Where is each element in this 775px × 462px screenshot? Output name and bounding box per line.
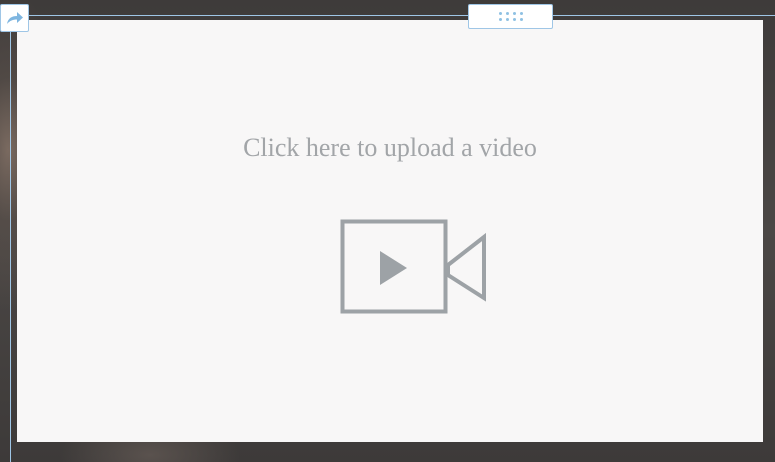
selection-frame-top — [10, 15, 775, 16]
video-camera-icon — [340, 219, 486, 314]
video-upload-area[interactable]: Click here to upload a video — [17, 20, 763, 442]
share-arrow-icon — [6, 12, 23, 24]
drag-handle-icon — [498, 12, 523, 21]
upload-prompt: Click here to upload a video — [243, 133, 537, 162]
share-button[interactable] — [0, 4, 29, 32]
selection-frame-left — [10, 15, 11, 462]
drag-handle-button[interactable] — [468, 4, 553, 29]
